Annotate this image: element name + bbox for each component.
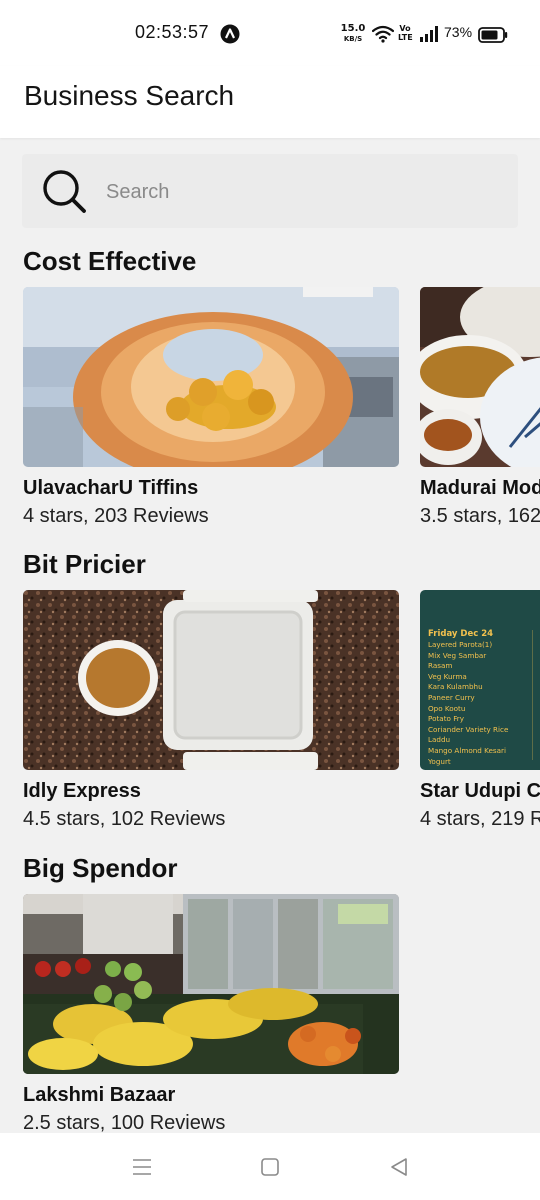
status-time: 02:53:57 (135, 22, 210, 42)
menu-item: Rasam (428, 661, 453, 671)
menu-item: Opo Kootu (428, 703, 466, 713)
search-icon[interactable] (40, 167, 88, 215)
menu-item: Kara Kulambhu (428, 682, 483, 692)
business-card-lakshmi-bazaar[interactable]: Lakshmi Bazaar 2.5 stars, 100 Reviews (23, 894, 399, 1133)
menu-board-column-edge (532, 630, 540, 760)
business-name: Star Udupi Ca (420, 780, 540, 802)
volte-bottom: LTE (398, 33, 413, 42)
section-title-cost-effective: Cost Effective (23, 246, 197, 276)
menu-item: Laddu (428, 735, 451, 745)
business-name: Idly Express (23, 780, 141, 802)
menu-item: Veg Kurma (428, 671, 467, 681)
menu-item: Yogurt (428, 756, 451, 766)
status-bar: 02:53:57 15.0 KB/S Vo LTE 73% (0, 0, 540, 66)
menu-items: Layered Parota(1) Mix Veg Sambar Rasam Veg … (428, 640, 540, 767)
business-rating: 2.5 stars, 100 Reviews (23, 1112, 226, 1133)
menu-item: Coriander Variety Rice (428, 724, 509, 734)
menu-board: Friday Dec 24 Layered Parota(1) Mix Veg S… (428, 628, 540, 767)
app-bar: Business Search (0, 66, 540, 138)
results-list[interactable]: Cost Effective (0, 138, 540, 1133)
page-title: Business Search (24, 80, 235, 111)
volte-top: Vo (399, 24, 411, 33)
menu-item: Potato Fry (428, 714, 465, 724)
business-photo (23, 894, 399, 1074)
business-card-ulavacharu-tiffins[interactable]: UlavacharU Tiffins 4 stars, 203 Reviews (23, 287, 399, 537)
menu-item: Paneer Curry (428, 692, 475, 702)
volte-icon: Vo LTE (398, 24, 413, 42)
section-title-big-spendor: Big Spendor (23, 853, 178, 883)
menu-item: Mango Almond Kesari (428, 745, 506, 755)
search-input[interactable] (104, 174, 488, 210)
status-indicators: 15.0 KB/S Vo LTE 73% (338, 22, 518, 46)
business-rating: 4 stars, 203 Reviews (23, 505, 209, 527)
business-name: UlavacharU Tiffins (23, 477, 199, 499)
back-icon[interactable] (387, 1155, 411, 1179)
a-app-icon (220, 24, 240, 44)
business-card-idly-express[interactable]: Idly Express 4.5 stars, 102 Reviews (23, 590, 399, 840)
battery-percent: 73% (444, 24, 473, 40)
battery-icon (478, 27, 508, 43)
wifi-icon (372, 25, 394, 43)
business-name: Madurai Mod (420, 477, 540, 499)
menu-item: Mix Veg Sambar (428, 650, 487, 660)
business-photo (23, 590, 399, 770)
menu-date: Friday Dec 24 (428, 629, 494, 639)
home-icon[interactable] (258, 1155, 282, 1179)
business-card-star-udupi[interactable]: Friday Dec 24 Layered Parota(1) Mix Veg S… (420, 590, 540, 840)
menu-item: Layered Parota(1) (428, 640, 493, 649)
business-card-madurai-mod[interactable]: Madurai Mod 3.5 stars, 162 (420, 287, 540, 537)
section-title-bit-pricier: Bit Pricier (23, 549, 146, 579)
business-rating: 4 stars, 219 R (420, 808, 540, 830)
business-rating: 3.5 stars, 162 (420, 505, 540, 527)
business-photo (23, 287, 399, 467)
search-bar[interactable] (22, 154, 518, 228)
net-speed-unit: KB/S (343, 35, 363, 43)
business-photo (420, 287, 540, 467)
net-speed: 15.0 KB/S (340, 24, 366, 44)
business-rating: 4.5 stars, 102 Reviews (23, 808, 226, 830)
system-nav-bar (0, 1133, 540, 1200)
business-name: Lakshmi Bazaar (23, 1084, 176, 1106)
business-photo: Friday Dec 24 Layered Parota(1) Mix Veg S… (420, 590, 540, 770)
signal-icon (420, 26, 438, 42)
menu-icon[interactable] (130, 1155, 154, 1179)
net-speed-value: 15.0 (340, 23, 366, 34)
